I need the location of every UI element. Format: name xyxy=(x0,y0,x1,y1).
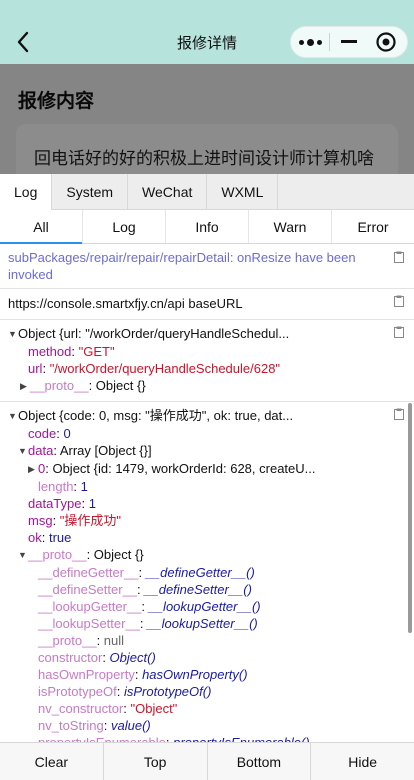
log-item: ▼Object {code: 0, msg: "操作成功", ok: true,… xyxy=(0,402,414,742)
clear-button[interactable]: Clear xyxy=(0,743,104,780)
tab-log[interactable]: Log xyxy=(0,174,53,210)
object-property[interactable]: ▶ __proto__: Object {} xyxy=(8,377,384,395)
log-text: https://console.smartxfjy.cn/api baseURL xyxy=(8,296,243,311)
filter-warn[interactable]: Warn xyxy=(249,210,332,243)
object-property: code: 0 xyxy=(28,426,71,441)
object-property: dataType: 1 xyxy=(28,496,96,511)
object-property: constructor: Object() xyxy=(38,650,156,665)
collapsed-arrow-icon: ▶ xyxy=(28,464,35,474)
top-button[interactable]: Top xyxy=(104,743,208,780)
tab-system[interactable]: System xyxy=(52,174,129,210)
object-property: length: 1 xyxy=(38,479,88,494)
more-button[interactable] xyxy=(291,26,329,58)
bottom-button[interactable]: Bottom xyxy=(208,743,312,780)
object-property: hasOwnProperty: hasOwnProperty() xyxy=(38,667,248,682)
object-property: __defineSetter__: __defineSetter__() xyxy=(38,582,252,597)
copy-icon[interactable] xyxy=(394,251,404,263)
object-property: ok: true xyxy=(28,530,72,545)
object-property: __defineGetter__: __defineGetter__() xyxy=(38,565,255,580)
vconsole-tabs: Log System WeChat WXML xyxy=(0,174,414,210)
close-target-icon xyxy=(376,32,396,52)
object-property[interactable]: ▶ 0: Object {id: 1479, workOrderId: 628, … xyxy=(8,460,384,478)
object-property: __lookupGetter__: __lookupGetter__() xyxy=(38,599,261,614)
filter-info[interactable]: Info xyxy=(166,210,249,243)
object-property: __lookupSetter__: __lookupSetter__() xyxy=(38,616,258,631)
vconsole-panel: Log System WeChat WXML All Log Info Warn… xyxy=(0,174,414,780)
copy-icon[interactable] xyxy=(394,295,404,307)
filter-all[interactable]: All xyxy=(0,210,83,244)
log-list[interactable]: subPackages/repair/repair/repairDetail: … xyxy=(0,245,414,742)
object-property: url: "/workOrder/queryHandleSchedule/628… xyxy=(28,361,281,376)
object-property[interactable]: ▼data: Array [Object {}] xyxy=(8,442,384,460)
object-property: msg: "操作成功" xyxy=(28,513,122,528)
object-property: isPrototypeOf: isPrototypeOf() xyxy=(38,684,212,699)
object-property[interactable]: ▼__proto__: Object {} xyxy=(8,546,384,564)
log-text: subPackages/repair/repair/repairDetail: … xyxy=(8,250,356,282)
log-item: subPackages/repair/repair/repairDetail: … xyxy=(0,245,414,289)
object-property: nv_toString: value() xyxy=(38,718,151,733)
log-scrollbar[interactable] xyxy=(408,403,412,633)
filter-log[interactable]: Log xyxy=(83,210,166,243)
expanded-arrow-icon: ▼ xyxy=(8,411,17,421)
hide-button[interactable]: Hide xyxy=(311,743,414,780)
copy-icon[interactable] xyxy=(394,408,404,420)
minimize-button[interactable] xyxy=(330,26,368,58)
log-filter-tabs: All Log Info Warn Error xyxy=(0,210,414,244)
object-summary[interactable]: ▼Object {code: 0, msg: "操作成功", ok: true,… xyxy=(8,407,384,425)
object-property: propertyIsEnumerable: propertyIsEnumerab… xyxy=(8,734,384,742)
collapsed-arrow-icon: ▶ xyxy=(20,381,27,391)
filter-error[interactable]: Error xyxy=(332,210,414,243)
more-icon xyxy=(298,38,322,46)
tab-wechat[interactable]: WeChat xyxy=(128,174,208,210)
close-button[interactable] xyxy=(367,26,405,58)
log-item: ▼Object {url: "/workOrder/queryHandleSch… xyxy=(0,320,414,402)
log-item: https://console.smartxfjy.cn/api baseURL xyxy=(0,289,414,320)
object-summary[interactable]: ▼Object {url: "/workOrder/queryHandleSch… xyxy=(8,325,384,343)
vconsole-toolbar: Clear Top Bottom Hide xyxy=(0,742,414,780)
copy-icon[interactable] xyxy=(394,326,404,338)
object-property: nv_constructor: "Object" xyxy=(38,701,178,716)
minimize-icon xyxy=(341,40,358,43)
expanded-arrow-icon: ▼ xyxy=(8,329,17,339)
proto-members: __defineGetter__: __defineGetter__() __de… xyxy=(8,564,384,742)
object-property: __proto__: null xyxy=(38,633,125,648)
object-property: method: "GET" xyxy=(28,344,115,359)
vconsole-mask[interactable] xyxy=(0,64,414,174)
app-header: 报修详情 xyxy=(0,0,414,64)
expanded-arrow-icon: ▼ xyxy=(18,446,27,456)
expanded-arrow-icon: ▼ xyxy=(18,550,27,560)
mini-program-capsule xyxy=(290,26,408,58)
tab-wxml[interactable]: WXML xyxy=(207,174,279,210)
